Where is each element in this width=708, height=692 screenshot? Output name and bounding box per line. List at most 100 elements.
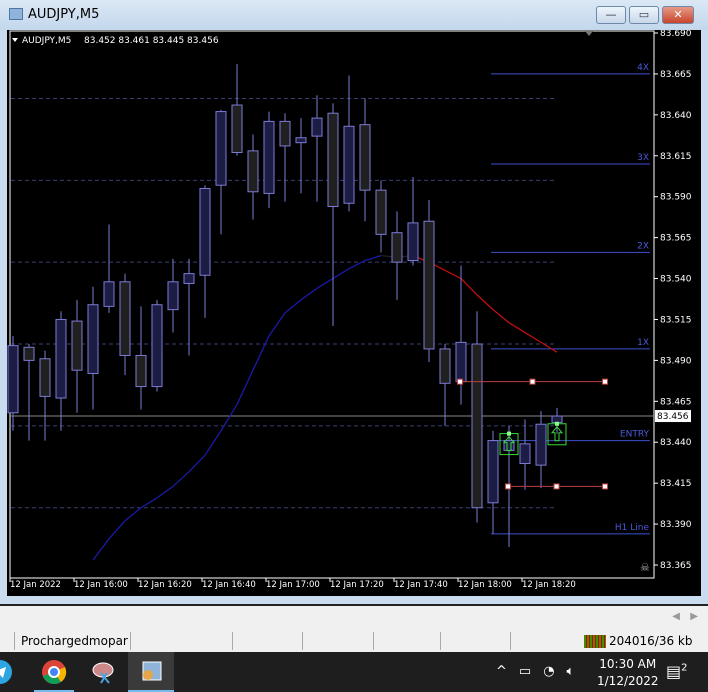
bull-candle [7, 345, 19, 414]
bull-candle [295, 137, 307, 144]
minimize-button[interactable]: — [596, 6, 626, 24]
price-chart[interactable]: 4X 3X 2X 1X ENTRY H1 Line AUDJPY,M5 83.452 83.4… [7, 30, 701, 596]
window-title: AUDJPY,M5 [28, 7, 100, 22]
moving-average-segment [140, 497, 158, 509]
status-divider [510, 632, 511, 650]
symbol-dropdown-icon [12, 38, 18, 42]
bear-candle [375, 189, 387, 235]
clock-date: 1/12/2022 [597, 674, 659, 688]
bull-candle [151, 304, 163, 388]
bull-candle [263, 120, 275, 194]
bear-candle [135, 354, 147, 388]
level-label: ENTRY [620, 430, 650, 440]
y-tick-label: 83.490 [660, 356, 692, 366]
moving-average-segment [284, 299, 302, 314]
connection-bars-icon [584, 634, 606, 648]
snipping-tool-icon[interactable] [84, 652, 124, 692]
x-tick-label: 12 Jan 16:40 [202, 580, 256, 590]
power-icon[interactable]: ▭ [519, 664, 531, 679]
bear-candle [391, 232, 403, 263]
status-divider [232, 632, 233, 650]
y-tick-label: 83.640 [660, 111, 692, 121]
bull-candle [103, 281, 115, 307]
y-tick-label: 83.690 [660, 30, 692, 39]
moving-average-segment [252, 335, 270, 371]
moving-average-segment [540, 341, 558, 353]
status-bar: Prochargedmopar 204016/36 kb [0, 630, 708, 652]
moving-average-segment [236, 369, 254, 405]
chart-shift-icon [585, 31, 593, 36]
notification-icon[interactable]: ▤2 [666, 662, 688, 681]
bear-candle [327, 112, 339, 208]
system-tray[interactable]: ^ ▭ ◔ 🔈︎ [496, 664, 574, 679]
bear-candle [279, 120, 291, 147]
bear-candle [471, 343, 483, 509]
x-tick-label: 12 Jan 16:20 [138, 580, 192, 590]
status-profile: Prochargedmopar [14, 632, 128, 650]
x-tick-label: 12 Jan 16:00 [74, 580, 128, 590]
status-divider [440, 632, 441, 650]
level-label: H1 Line [615, 523, 650, 533]
chart-area[interactable]: 4X 3X 2X 1X ENTRY H1 Line AUDJPY,M5 83.452 83.4… [7, 30, 701, 596]
bear-candle [23, 346, 35, 361]
chrome-icon[interactable] [34, 652, 74, 692]
connection-status[interactable]: 204016/36 kb [584, 633, 693, 649]
level-label: 2X [637, 241, 649, 251]
clock-time: 10:30 AM [599, 657, 657, 671]
scroll-right-icon[interactable]: ▶ [690, 611, 698, 622]
status-divider [373, 632, 374, 650]
y-tick-label: 83.565 [660, 234, 692, 244]
bull-candle [311, 117, 323, 137]
bear-candle [119, 281, 131, 356]
x-tick-label: 12 Jan 17:20 [330, 580, 384, 590]
moving-average-segment [524, 332, 542, 343]
moving-average-segment [268, 312, 286, 337]
horizontal-scrollbar[interactable]: ◀ ▶ [0, 604, 708, 630]
line-handle [602, 483, 608, 490]
volume-icon[interactable]: 🔈︎ [567, 664, 575, 679]
chevron-up-icon[interactable]: ^ [496, 664, 507, 679]
bull-candle [343, 125, 355, 204]
moving-average-segment [124, 507, 142, 522]
y-tick-label: 83.415 [660, 479, 692, 489]
scroll-left-icon[interactable]: ◀ [672, 611, 680, 622]
y-tick-label: 83.465 [660, 397, 692, 407]
close-button[interactable]: ✕ [662, 6, 694, 24]
y-tick-label: 83.590 [660, 193, 692, 203]
taskbar: ^ ▭ ◔ 🔈︎ 10:30 AM 1/12/2022 ▤2 [0, 652, 708, 692]
title-bar: AUDJPY,M5 — ▭ ✕ [0, 0, 708, 30]
telegram-icon[interactable] [0, 652, 20, 692]
moving-average-segment [204, 430, 222, 456]
bear-candle [423, 220, 435, 350]
bull-candle [455, 341, 467, 383]
arrow-anchor [555, 421, 559, 426]
clock[interactable]: 10:30 AM 1/12/2022 [597, 656, 659, 690]
notification-count: 2 [681, 662, 688, 674]
level-label: 1X [637, 338, 649, 348]
moving-average-segment [92, 538, 110, 561]
moving-average-segment [156, 485, 174, 499]
status-divider [130, 632, 131, 650]
moving-average-segment [108, 520, 126, 540]
arrow-anchor [507, 431, 511, 436]
level-label: 4X [637, 63, 649, 73]
status-divider [302, 632, 303, 650]
skull-icon: ☠ [640, 561, 650, 574]
moving-average-segment [460, 278, 478, 296]
bull-candle [183, 273, 195, 284]
moving-average-segment [492, 309, 510, 324]
metatrader-taskbar-icon[interactable] [128, 652, 174, 692]
moving-average-segment [220, 404, 238, 432]
bear-candle [71, 320, 83, 371]
line-handle [602, 378, 608, 385]
y-tick-label: 83.365 [660, 561, 692, 571]
line-handle [553, 483, 560, 490]
bull-candle [503, 440, 515, 451]
bull-candle [167, 281, 179, 311]
line-handle [529, 378, 536, 385]
maximize-button[interactable]: ▭ [629, 6, 659, 24]
y-tick-label: 83.390 [660, 520, 692, 530]
bull-candle [407, 222, 419, 262]
y-tick-label: 83.540 [660, 275, 692, 285]
wifi-icon[interactable]: ◔ [543, 664, 554, 679]
